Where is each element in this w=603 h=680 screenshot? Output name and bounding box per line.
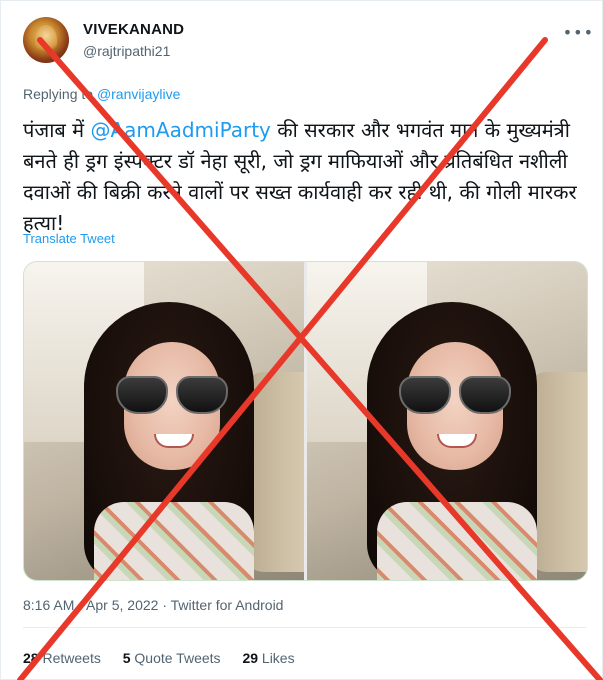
more-horizontal-icon[interactable]: ••• [563,23,594,42]
tweet-media[interactable] [23,261,588,581]
retweets-label: Retweets [42,650,101,666]
quote-tweets-label: Quote Tweets [134,650,221,666]
user-handle[interactable]: @rajtripathi21 [83,43,170,59]
sunglasses [399,376,511,414]
photo-left[interactable] [24,262,304,580]
retweets-count: 28 [23,650,39,666]
likes-stat[interactable]: 29 Likes [242,650,294,666]
replying-to: Replying to @ranvijaylive [23,86,180,102]
quote-tweets-stat[interactable]: 5 Quote Tweets [123,650,221,666]
replying-prefix: Replying to [23,86,94,102]
photo-right[interactable] [307,262,587,580]
likes-label: Likes [261,650,295,666]
meta-separator: · [158,597,171,613]
tweet-time[interactable]: 8:16 AM [23,597,74,613]
tweet-source[interactable]: Twitter for Android [171,597,284,613]
quote-tweets-count: 5 [122,650,131,666]
tweet-text: पंजाब में @AamAadmiParty की सरकार और भगव… [23,115,589,239]
tweet-header: VIVEKANAND @rajtripathi21 ••• [1,1,603,79]
floral-top [94,502,254,580]
display-name[interactable]: VIVEKANAND [83,21,184,38]
likes-count: 29 [242,650,259,666]
tweet-date[interactable]: Apr 5, 2022 [86,597,158,613]
tweet-card: VIVEKANAND @rajtripathi21 ••• Replying t… [0,0,603,680]
sunglasses [116,376,228,414]
floral-top [377,502,537,580]
avatar[interactable] [23,17,69,63]
translate-tweet-link[interactable]: Translate Tweet [23,231,115,246]
tweet-mention-link[interactable]: @AamAadmiParty [90,118,270,142]
tweet-text-part-1: पंजाब में [23,118,91,142]
retweets-stat[interactable]: 28 Retweets [23,650,101,666]
tweet-stats: 28 Retweets 5 Quote Tweets 29 Likes [23,650,313,666]
tweet-meta: 8:16 AM · Apr 5, 2022 · Twitter for Andr… [23,597,283,613]
meta-separator: · [74,597,87,613]
divider [23,627,586,628]
reply-mention-link[interactable]: @ranvijaylive [97,86,180,102]
